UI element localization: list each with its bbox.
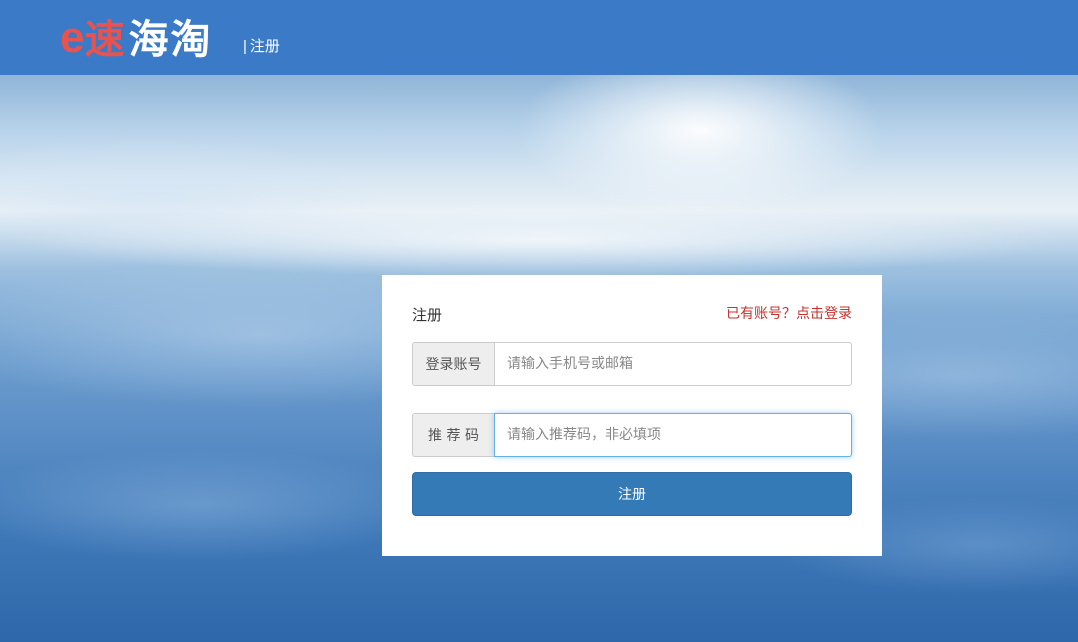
- header-separator: |: [243, 38, 247, 55]
- header-subtitle-text: 注册: [249, 38, 280, 55]
- top-header: e 速 海淘 | 注册: [0, 0, 1078, 75]
- account-input[interactable]: [494, 342, 852, 386]
- site-logo[interactable]: e 速 海淘: [60, 8, 212, 64]
- referral-input[interactable]: [494, 413, 852, 457]
- header-subtitle: | 注册: [243, 35, 280, 56]
- form-title: 注册: [412, 306, 443, 324]
- logo-su: 速: [84, 17, 125, 63]
- register-card: 注册 已有账号？点击登录 登录账号 推 荐 码 注册: [382, 275, 882, 556]
- logo-haitao: 海淘: [128, 17, 213, 63]
- referral-field-group: 推 荐 码: [412, 413, 852, 457]
- logo-e: e: [60, 13, 85, 62]
- register-button[interactable]: 注册: [412, 472, 852, 516]
- login-link[interactable]: 已有账号？点击登录: [726, 303, 852, 323]
- account-label: 登录账号: [412, 342, 494, 386]
- referral-label: 推 荐 码: [412, 413, 494, 457]
- account-field-group: 登录账号: [412, 342, 852, 386]
